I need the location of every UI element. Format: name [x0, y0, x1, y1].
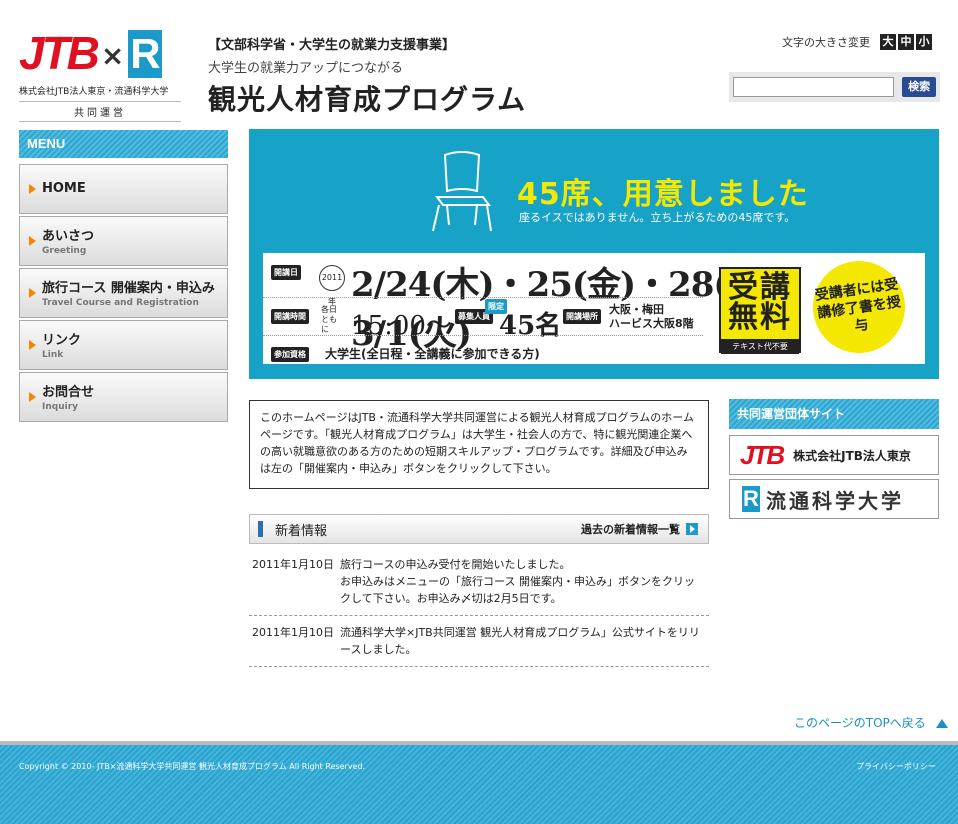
search-bar: 検索	[729, 72, 940, 102]
menu-item-sublabel: Link	[42, 350, 64, 360]
menu-heading: MENU	[19, 130, 228, 158]
eligibility-tag: 参加資格	[271, 347, 309, 362]
menu-item-label: リンク	[42, 333, 82, 348]
menu-item-label: あいさつ	[42, 229, 95, 244]
news-text: 旅行コースの申込み受付を開始いたしました。 お申込みはメニューの「旅行コース 開…	[340, 558, 695, 605]
page: JTB × R 株式会社JTB法人東京・流通科学大学 共同運営 【文部科学省・大…	[0, 0, 958, 824]
arrow-right-icon	[29, 392, 36, 402]
event-time: 15:00〜	[351, 311, 452, 341]
free-label: 受講無料	[728, 270, 792, 335]
past-news-link[interactable]: 過去の新着情報一覧	[581, 521, 680, 537]
year-badge: 2011年	[319, 265, 345, 306]
menu-item-travel-course[interactable]: 旅行コース 開催案内・申込み Travel Course and Registr…	[19, 268, 228, 318]
event-eligibility: 大学生(全日程・全講義に参加できる方)	[325, 347, 540, 361]
partner-link-jtb[interactable]: JTB 株式会社JTB法人東京	[729, 435, 939, 475]
menu-item-home[interactable]: HOME	[19, 164, 228, 214]
partner-link-ryutsu[interactable]: R 流通科学大学	[729, 479, 939, 519]
jtb-logo: JTB	[19, 27, 100, 79]
logo-mark: JTB × R	[19, 24, 181, 78]
arrow-right-icon	[29, 340, 36, 350]
event-details: 開講日 2011年 2/24(木)・25(金)・28(月)・3/1(火) 開講時…	[263, 253, 925, 364]
page-title: 観光人材育成プログラム	[208, 83, 527, 116]
logo-company: 株式会社JTB法人東京・流通科学大学	[19, 87, 169, 97]
ryutsu-logo: R	[128, 30, 163, 78]
copyright: Copyright © 2010- JTB×流通科学大学共同運営 観光人材育成プ…	[19, 762, 366, 771]
news-text: 流通科学大学×JTB共同運営 観光人材育成プログラム」公式サイトをリリースしまし…	[340, 626, 700, 656]
news-header: 新着情報 過去の新着情報一覧	[249, 514, 709, 544]
banner-subheadline: 座るイスではありません。立ち上がるための45席です。	[519, 211, 796, 224]
menu-item-label: HOME	[42, 181, 86, 196]
menu-item-sublabel: Greeting	[42, 246, 87, 256]
news-list: 2011年1月10日 旅行コースの申込み受付を開始いたしました。 お申込みはメニ…	[249, 552, 709, 667]
font-size-switcher: 文字の大きさ変更 大 中 小	[782, 34, 932, 50]
news-item: 2011年1月10日 流通科学大学×JTB共同運営 観光人材育成プログラム」公式…	[249, 616, 709, 667]
logo-joint: 共同運営	[19, 101, 181, 122]
venue-tag: 開講場所	[563, 309, 601, 324]
partners-heading: 共同運営団体サイト	[729, 399, 939, 429]
heading-bar	[258, 521, 263, 537]
arrow-up-icon	[935, 719, 948, 728]
free-badge: 受講無料 テキスト代不要	[719, 267, 801, 354]
partner-name: 流通科学大学	[766, 488, 904, 513]
news-date: 2011年1月10日	[252, 558, 334, 571]
search-input[interactable]	[733, 77, 895, 97]
ryutsu-logo: R	[742, 486, 760, 512]
partner-name: 株式会社JTB法人東京	[793, 448, 911, 463]
news-item: 2011年1月10日 旅行コースの申込み受付を開始いたしました。 お申込みはメニ…	[249, 552, 709, 616]
free-note: テキスト代不要	[721, 339, 799, 354]
menu-item-link[interactable]: リンク Link	[19, 320, 228, 370]
font-size-label: 文字の大きさ変更	[782, 36, 870, 49]
menu-item-greeting[interactable]: あいさつ Greeting	[19, 216, 228, 266]
side-menu: HOME あいさつ Greeting 旅行コース 開催案内・申込み Travel…	[19, 164, 228, 424]
chair-icon	[432, 151, 492, 232]
header-subtitle: 大学生の就業力アップにつながる	[208, 61, 404, 76]
search-button[interactable]: 検索	[902, 77, 936, 97]
back-to-top-link[interactable]: このページのTOPへ戻る	[794, 714, 948, 731]
font-size-large-button[interactable]: 大	[880, 34, 896, 50]
menu-item-label: 旅行コース 開催案内・申込み	[42, 281, 215, 296]
date-tag: 開講日	[271, 265, 301, 280]
news-heading: 新着情報	[275, 523, 328, 539]
font-size-medium-button[interactable]: 中	[898, 34, 914, 50]
arrow-right-icon	[29, 236, 36, 246]
cross-mark: ×	[100, 39, 125, 72]
menu-item-sublabel: Travel Course and Registration	[42, 298, 199, 308]
intro-text: このホームページはJTB・流通科学大学共同運営による観光人材育成プログラムのホー…	[249, 400, 709, 489]
header-kicker: 【文部科学省・大学生の就業力支援事業】	[208, 38, 456, 53]
banner-headline: 45席、用意しました	[517, 177, 809, 212]
footer: Copyright © 2010- JTB×流通科学大学共同運営 観光人材育成プ…	[0, 741, 958, 824]
menu-item-label: お問合せ	[42, 385, 95, 400]
menu-item-sublabel: Inquiry	[42, 402, 78, 412]
event-venue: 大阪・梅田 ハービス大阪8階	[609, 303, 694, 330]
menu-item-inquiry[interactable]: お問合せ Inquiry	[19, 372, 228, 422]
divider	[263, 335, 703, 336]
font-size-small-button[interactable]: 小	[916, 34, 932, 50]
time-tag: 開講時間	[271, 309, 309, 324]
arrow-right-icon	[29, 288, 36, 298]
arrow-right-icon[interactable]	[686, 523, 698, 535]
jtb-logo: JTB	[740, 439, 785, 470]
hero-banner: 45席、用意しました 座るイスではありません。立ち上がるための45席です。 開講…	[249, 129, 939, 379]
back-to-top-label: このページのTOPへ戻る	[794, 716, 926, 730]
header-text: 【文部科学省・大学生の就業力支援事業】 大学生の就業力アップにつながる 観光人材…	[208, 34, 526, 118]
privacy-policy-link[interactable]: プライバシーポリシー	[856, 761, 936, 772]
event-capacity: 45名	[499, 311, 562, 341]
time-note: 各日ともに	[321, 305, 337, 334]
arrow-right-icon	[29, 184, 36, 194]
news-date: 2011年1月10日	[252, 626, 334, 639]
divider	[263, 297, 703, 298]
site-logo[interactable]: JTB × R 株式会社JTB法人東京・流通科学大学 共同運営	[19, 24, 181, 122]
